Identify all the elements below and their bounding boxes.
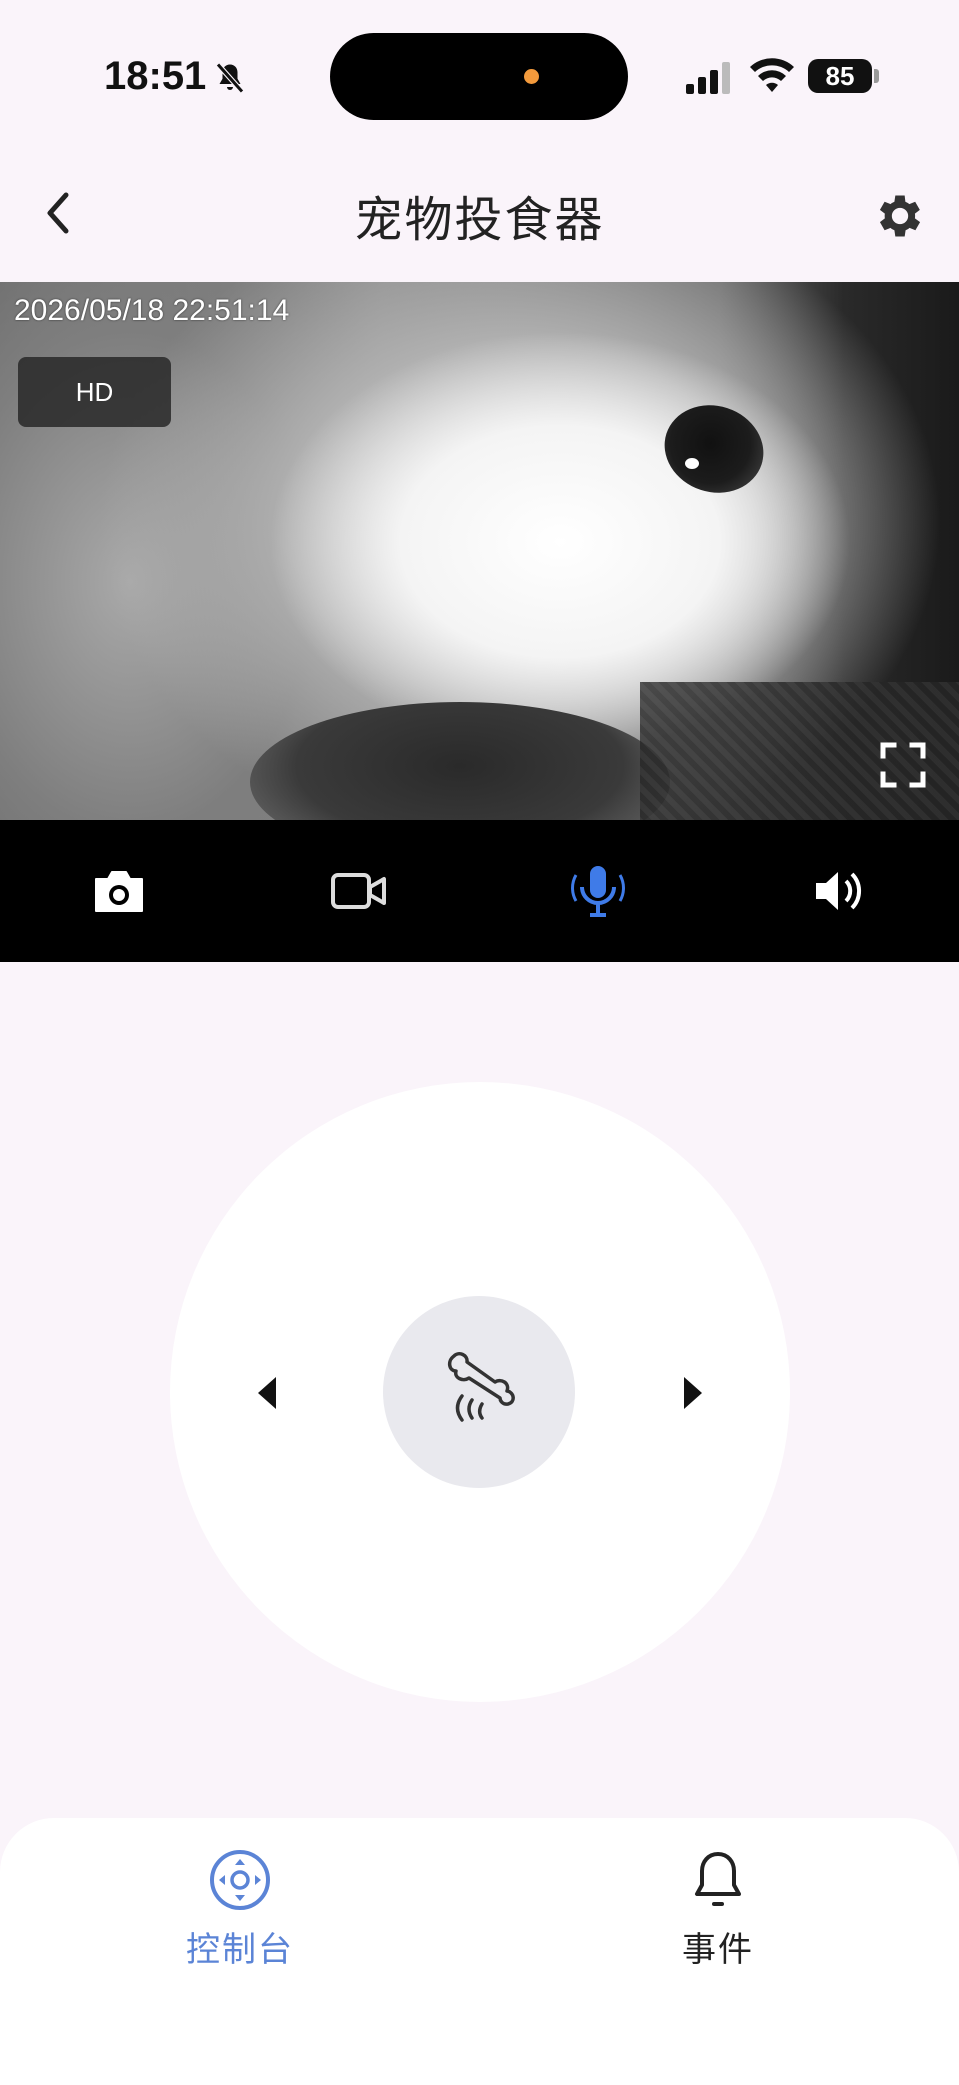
- privacy-indicator-dot: [524, 69, 539, 84]
- dpad-icon: [210, 1850, 270, 1910]
- bell-icon: [695, 1852, 741, 1906]
- tab-label: 事件: [682, 1930, 754, 1970]
- cat-eye-glint: [685, 458, 699, 469]
- cat-eye: [653, 392, 775, 506]
- triangle-left-icon[interactable]: [254, 1373, 284, 1413]
- fullscreen-icon[interactable]: [880, 742, 926, 788]
- quality-button[interactable]: HD: [18, 357, 171, 427]
- status-bar: 18:51 85: [0, 0, 959, 150]
- wifi-icon: [750, 58, 794, 92]
- battery-icon: 85: [808, 59, 872, 93]
- cellular-signal-icon: [686, 62, 730, 94]
- triangle-right-icon[interactable]: [676, 1373, 706, 1413]
- bottom-tab-bar: 控制台 事件: [0, 1818, 959, 2085]
- video-control-bar: [0, 820, 959, 962]
- bell-slash-icon: [216, 62, 244, 94]
- header: 宠物投食器: [0, 150, 959, 280]
- video-shadow: [250, 702, 670, 820]
- gear-icon[interactable]: [872, 188, 928, 244]
- microphone-icon[interactable]: [569, 863, 627, 919]
- camera-icon[interactable]: [90, 863, 148, 919]
- live-video-feed[interactable]: 2026/05/18 22:51:14 HD: [0, 282, 959, 820]
- tab-label: 控制台: [186, 1930, 294, 1970]
- battery-cap: [874, 69, 879, 83]
- page-title: 宠物投食器: [354, 192, 605, 248]
- status-time: 18:51: [104, 54, 207, 98]
- tab-control-panel[interactable]: 控制台: [140, 1848, 340, 1978]
- bone-icon: [447, 1352, 515, 1422]
- video-record-icon[interactable]: [330, 863, 388, 919]
- tab-events[interactable]: 事件: [618, 1848, 818, 1978]
- speaker-icon[interactable]: [810, 863, 868, 919]
- video-timestamp: 2026/05/18 22:51:14: [14, 294, 290, 327]
- dynamic-island: [330, 33, 628, 120]
